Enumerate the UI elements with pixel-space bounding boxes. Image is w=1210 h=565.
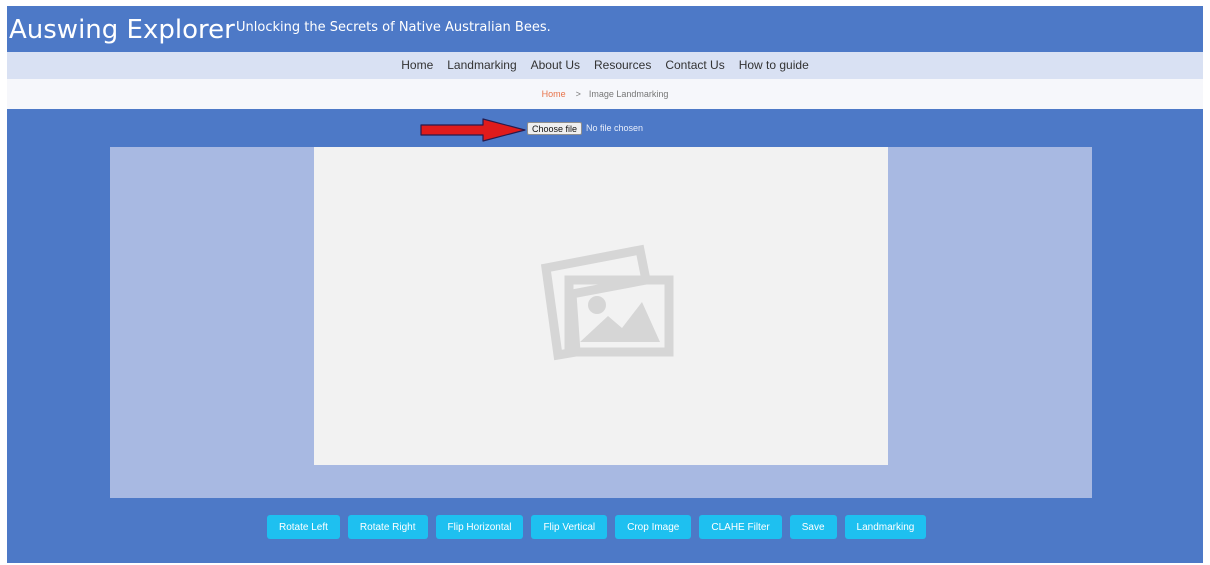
site-tagline: Unlocking the Secrets of Native Australi… [236, 20, 551, 35]
editor-toolbar: Rotate Left Rotate Right Flip Horizontal… [267, 515, 927, 539]
main-nav: Home Landmarking About Us Resources Cont… [7, 52, 1203, 79]
file-upload: Choose file No file chosen [527, 121, 643, 135]
breadcrumb-current: Image Landmarking [588, 89, 669, 99]
file-status: No file chosen [586, 123, 644, 133]
breadcrumb: Home > Image Landmarking [7, 79, 1203, 109]
rotate-right-button[interactable]: Rotate Right [347, 515, 428, 539]
image-stage [110, 147, 1092, 498]
brand-title[interactable]: Auswing Explorer [9, 15, 235, 45]
arrow-right-icon [420, 118, 526, 142]
image-placeholder-icon [540, 244, 674, 361]
flip-vertical-button[interactable]: Flip Vertical [531, 515, 608, 539]
nav-resources[interactable]: Resources [587, 52, 658, 79]
breadcrumb-separator: > [575, 89, 581, 99]
nav-about-us[interactable]: About Us [524, 52, 587, 79]
rotate-left-button[interactable]: Rotate Left [267, 515, 340, 539]
app-frame: Auswing Explorer Unlocking the Secrets o… [7, 6, 1203, 563]
nav-landmarking[interactable]: Landmarking [440, 52, 523, 79]
nav-how-to-guide[interactable]: How to guide [732, 52, 816, 79]
crop-image-button[interactable]: Crop Image [615, 515, 692, 539]
site-header: Auswing Explorer Unlocking the Secrets o… [7, 6, 1203, 52]
landmarking-button[interactable]: Landmarking [844, 515, 927, 539]
choose-file-button[interactable]: Choose file [527, 121, 583, 135]
nav-home[interactable]: Home [394, 52, 440, 79]
nav-contact-us[interactable]: Contact Us [658, 52, 731, 79]
flip-horizontal-button[interactable]: Flip Horizontal [435, 515, 524, 539]
breadcrumb-home[interactable]: Home [542, 89, 566, 99]
image-canvas[interactable] [314, 147, 888, 465]
clahe-filter-button[interactable]: CLAHE Filter [699, 515, 782, 539]
save-button[interactable]: Save [789, 515, 837, 539]
